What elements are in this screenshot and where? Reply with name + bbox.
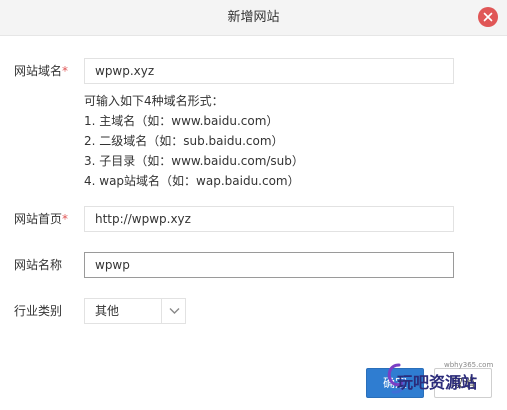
industry-select[interactable]: 其他 — [84, 298, 186, 324]
homepage-input[interactable] — [84, 206, 454, 232]
required-mark: * — [62, 212, 69, 226]
domain-hint-line: 3. 子目录（如：www.baidu.com/sub） — [84, 154, 304, 168]
add-website-dialog: 新增网站 网站域名* 可输入如下4种域名形式： 1. 主域名（如：www.bai… — [0, 0, 507, 410]
required-mark: * — [62, 64, 69, 78]
close-icon — [483, 12, 493, 22]
industry-selected-value: 其他 — [95, 304, 120, 318]
industry-dropdown-toggle[interactable] — [161, 299, 186, 323]
cancel-button[interactable]: 取消 — [434, 368, 492, 398]
domain-hint-line: 4. wap站域名（如：wap.baidu.com） — [84, 174, 300, 188]
domain-input[interactable] — [84, 58, 454, 84]
domain-label: 网站域名* — [14, 64, 69, 78]
site-name-input[interactable] — [84, 252, 454, 278]
close-button[interactable] — [478, 7, 498, 27]
watermark-url: wbhy365.com — [444, 361, 494, 369]
domain-hint-intro: 可输入如下4种域名形式： — [84, 94, 224, 108]
industry-label: 行业类别 — [14, 304, 63, 318]
site-name-label: 网站名称 — [14, 258, 63, 272]
dialog-title-bar: 新增网站 — [0, 0, 507, 36]
domain-hint-line: 1. 主域名（如：www.baidu.com） — [84, 114, 279, 128]
domain-hint-line: 2. 二级域名（如：sub.baidu.com） — [84, 134, 284, 148]
confirm-button[interactable]: 确定 — [366, 368, 424, 398]
dialog-title: 新增网站 — [227, 10, 280, 25]
homepage-label: 网站首页* — [14, 212, 69, 226]
chevron-down-icon — [169, 308, 180, 314]
